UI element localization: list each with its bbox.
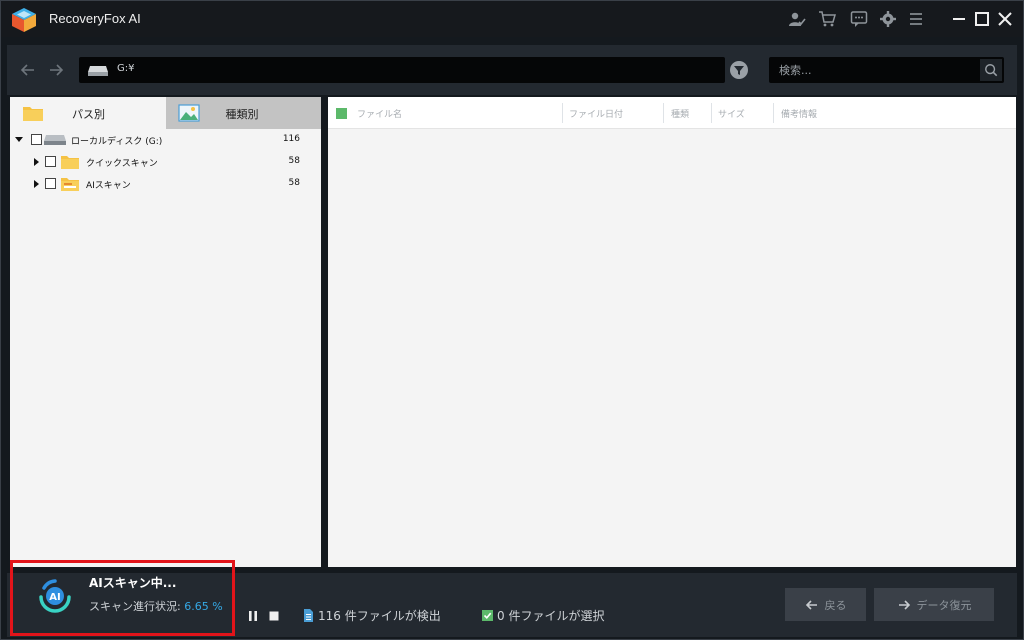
tab-by-path[interactable]: パス別 [10,97,166,129]
tree-item-quick-scan[interactable]: クイックスキャン 58 [10,152,321,172]
scan-progress: スキャン進行状況: 6.65 % [89,598,223,614]
tree-checkbox[interactable] [45,178,56,189]
tab-label: 種類別 [225,108,259,121]
stop-icon[interactable] [268,610,280,622]
tree-item-ai-scan[interactable]: AIスキャン 58 [10,174,321,194]
ai-folder-icon [61,178,79,191]
select-all-checkbox[interactable] [336,108,347,119]
title-bar: RecoveryFox AI [1,1,1023,37]
tree-checkbox[interactable] [31,134,42,145]
column-header-type[interactable]: 種類 [671,107,689,120]
settings-icon[interactable] [878,9,898,29]
tree-item-count: 116 [282,134,300,144]
filter-icon[interactable] [729,60,749,80]
svg-text:AI: AI [49,592,60,603]
drive-icon [88,66,108,76]
scan-status-highlight: AI AIスキャン中... スキャン進行状況: 6.65 % [10,560,235,636]
search-input[interactable] [769,57,978,83]
chevron-right-icon[interactable] [32,179,40,189]
path-text: G:¥ [117,63,135,74]
tree-item-label: ローカルディスク (G:) [71,137,163,147]
view-tabs: パス別 種類別 [10,97,321,129]
search-box [769,57,1004,83]
search-icon [985,64,998,77]
tree-item-label: AIスキャン [86,181,131,191]
column-header-date[interactable]: ファイル日付 [569,107,623,120]
selected-files-status: 0 件ファイルが選択 [482,607,604,624]
path-bar[interactable]: G:¥ [79,57,725,83]
selected-files-text: 0 件ファイルが選択 [497,609,605,623]
back-arrow-icon[interactable] [17,59,39,81]
folder-icon [61,156,79,169]
forward-arrow-icon[interactable] [45,59,67,81]
tree-panel: パス別 種類別 ローカルディスク (G:) 116 クイックスキャン 58 AI… [10,97,321,567]
tab-by-type[interactable]: 種類別 [165,97,321,129]
arrow-right-icon [898,599,910,610]
recover-data-button[interactable]: データ復元 [874,588,994,621]
column-divider[interactable] [773,103,774,123]
scan-title: AIスキャン中... [89,576,177,590]
search-button[interactable] [980,59,1002,81]
tree-item-label: クイックスキャン [86,159,158,169]
close-icon[interactable] [995,9,1015,29]
feedback-icon[interactable] [849,9,869,29]
minimize-icon[interactable] [949,9,969,29]
chevron-right-icon[interactable] [32,157,40,167]
image-icon [177,104,200,122]
column-header-filename[interactable]: ファイル名 [357,107,402,120]
app-logo-icon [12,8,36,32]
found-files-text: 116 件ファイルが検出 [318,609,441,623]
progress-value: 6.65 % [184,600,223,613]
app-title: RecoveryFox AI [49,11,141,26]
status-bar: AI AIスキャン中... スキャン進行状況: 6.65 % 116 件ファイル… [7,560,1017,637]
recover-button-label: データ復元 [916,598,972,612]
table-header: ファイル名 ファイル日付 種類 サイズ 備考情報 [328,97,1016,129]
tree-checkbox[interactable] [45,156,56,167]
found-files-status: 116 件ファイルが検出 [303,607,441,624]
ai-scan-icon: AI [39,579,71,613]
column-divider[interactable] [711,103,712,123]
chevron-down-icon[interactable] [15,135,23,145]
column-divider[interactable] [663,103,664,123]
menu-icon[interactable] [906,9,926,29]
tab-label: パス別 [72,108,105,121]
toolbar: G:¥ [7,45,1017,95]
drive-icon [44,135,66,145]
tree-item-local-disk[interactable]: ローカルディスク (G:) 116 [10,130,321,150]
column-divider[interactable] [562,103,563,123]
cart-icon[interactable] [817,9,837,29]
tree-item-count: 58 [288,178,300,188]
tree-item-count: 58 [288,156,300,166]
back-button-label: 戻る [824,598,847,612]
column-header-size[interactable]: サイズ [718,107,745,120]
progress-label: スキャン進行状況: [89,600,181,613]
pause-icon[interactable] [247,610,259,622]
document-icon [304,609,313,622]
arrow-left-icon [805,599,817,610]
account-icon[interactable] [787,9,807,29]
checkbox-checked-icon [482,610,493,621]
back-button[interactable]: 戻る [785,588,866,621]
column-header-notes[interactable]: 備考情報 [781,107,817,120]
app-window: RecoveryFox AI G:¥ 検索... パス別 種類別 ローカルディス… [0,0,1024,640]
maximize-icon[interactable] [972,9,992,29]
folder-icon [23,107,43,121]
file-list-panel: ファイル名 ファイル日付 種類 サイズ 備考情報 [328,97,1016,567]
